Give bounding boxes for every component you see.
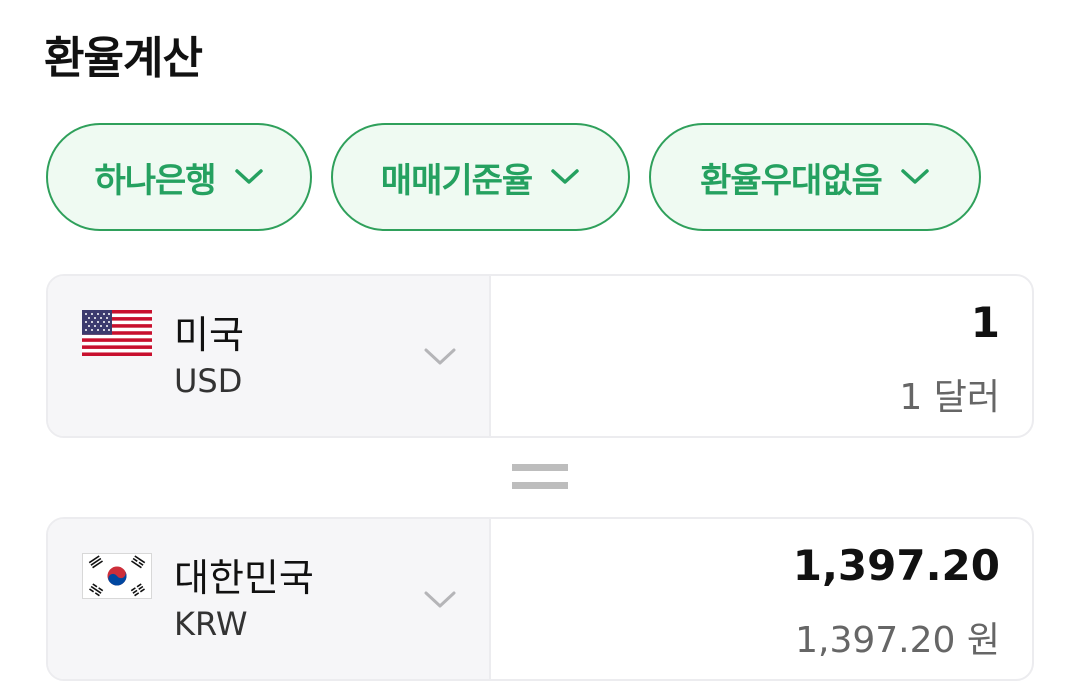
kr-flag-icon [82, 553, 152, 599]
to-currency-selector[interactable]: 대한민국 KRW [48, 519, 491, 679]
chevron-down-icon [424, 348, 456, 365]
chevron-down-icon [424, 591, 456, 608]
to-currency-code: KRW [174, 605, 248, 643]
to-amount-field[interactable]: 1,397.20 1,397.20 원 [491, 519, 1032, 679]
chevron-down-icon [901, 169, 929, 184]
chevron-down-icon [234, 169, 263, 184]
rate-type-filter-button[interactable]: 매매기준율 [331, 123, 630, 231]
to-country-name: 대한민국 [174, 556, 314, 600]
page-title: 환율계산 [44, 33, 203, 84]
to-amount-value: 1,397.20 [792, 541, 1000, 590]
rate-type-filter-label: 매매기준율 [380, 160, 533, 201]
from-currency-code: USD [174, 362, 243, 400]
from-country-name: 미국 [174, 313, 244, 357]
to-amount-text: 1,397.20 원 [795, 620, 1000, 661]
us-flag-icon [82, 310, 152, 356]
chevron-down-icon [551, 169, 579, 184]
from-currency-selector[interactable]: 미국 USD [48, 276, 491, 436]
from-amount-field[interactable]: 1 1 달러 [491, 276, 1032, 436]
preferential-rate-filter-button[interactable]: 환율우대없음 [649, 123, 981, 231]
from-amount-value: 1 [970, 298, 1000, 347]
to-currency-card: 대한민국 KRW 1,397.20 1,397.20 원 [46, 517, 1034, 681]
bank-filter-label: 하나은행 [94, 160, 216, 201]
preferential-rate-filter-label: 환율우대없음 [700, 160, 883, 201]
from-currency-card: 미국 USD 1 1 달러 [46, 274, 1034, 438]
equals-icon [512, 464, 568, 490]
bank-filter-button[interactable]: 하나은행 [46, 123, 312, 231]
from-amount-text: 1 달러 [899, 377, 1000, 418]
